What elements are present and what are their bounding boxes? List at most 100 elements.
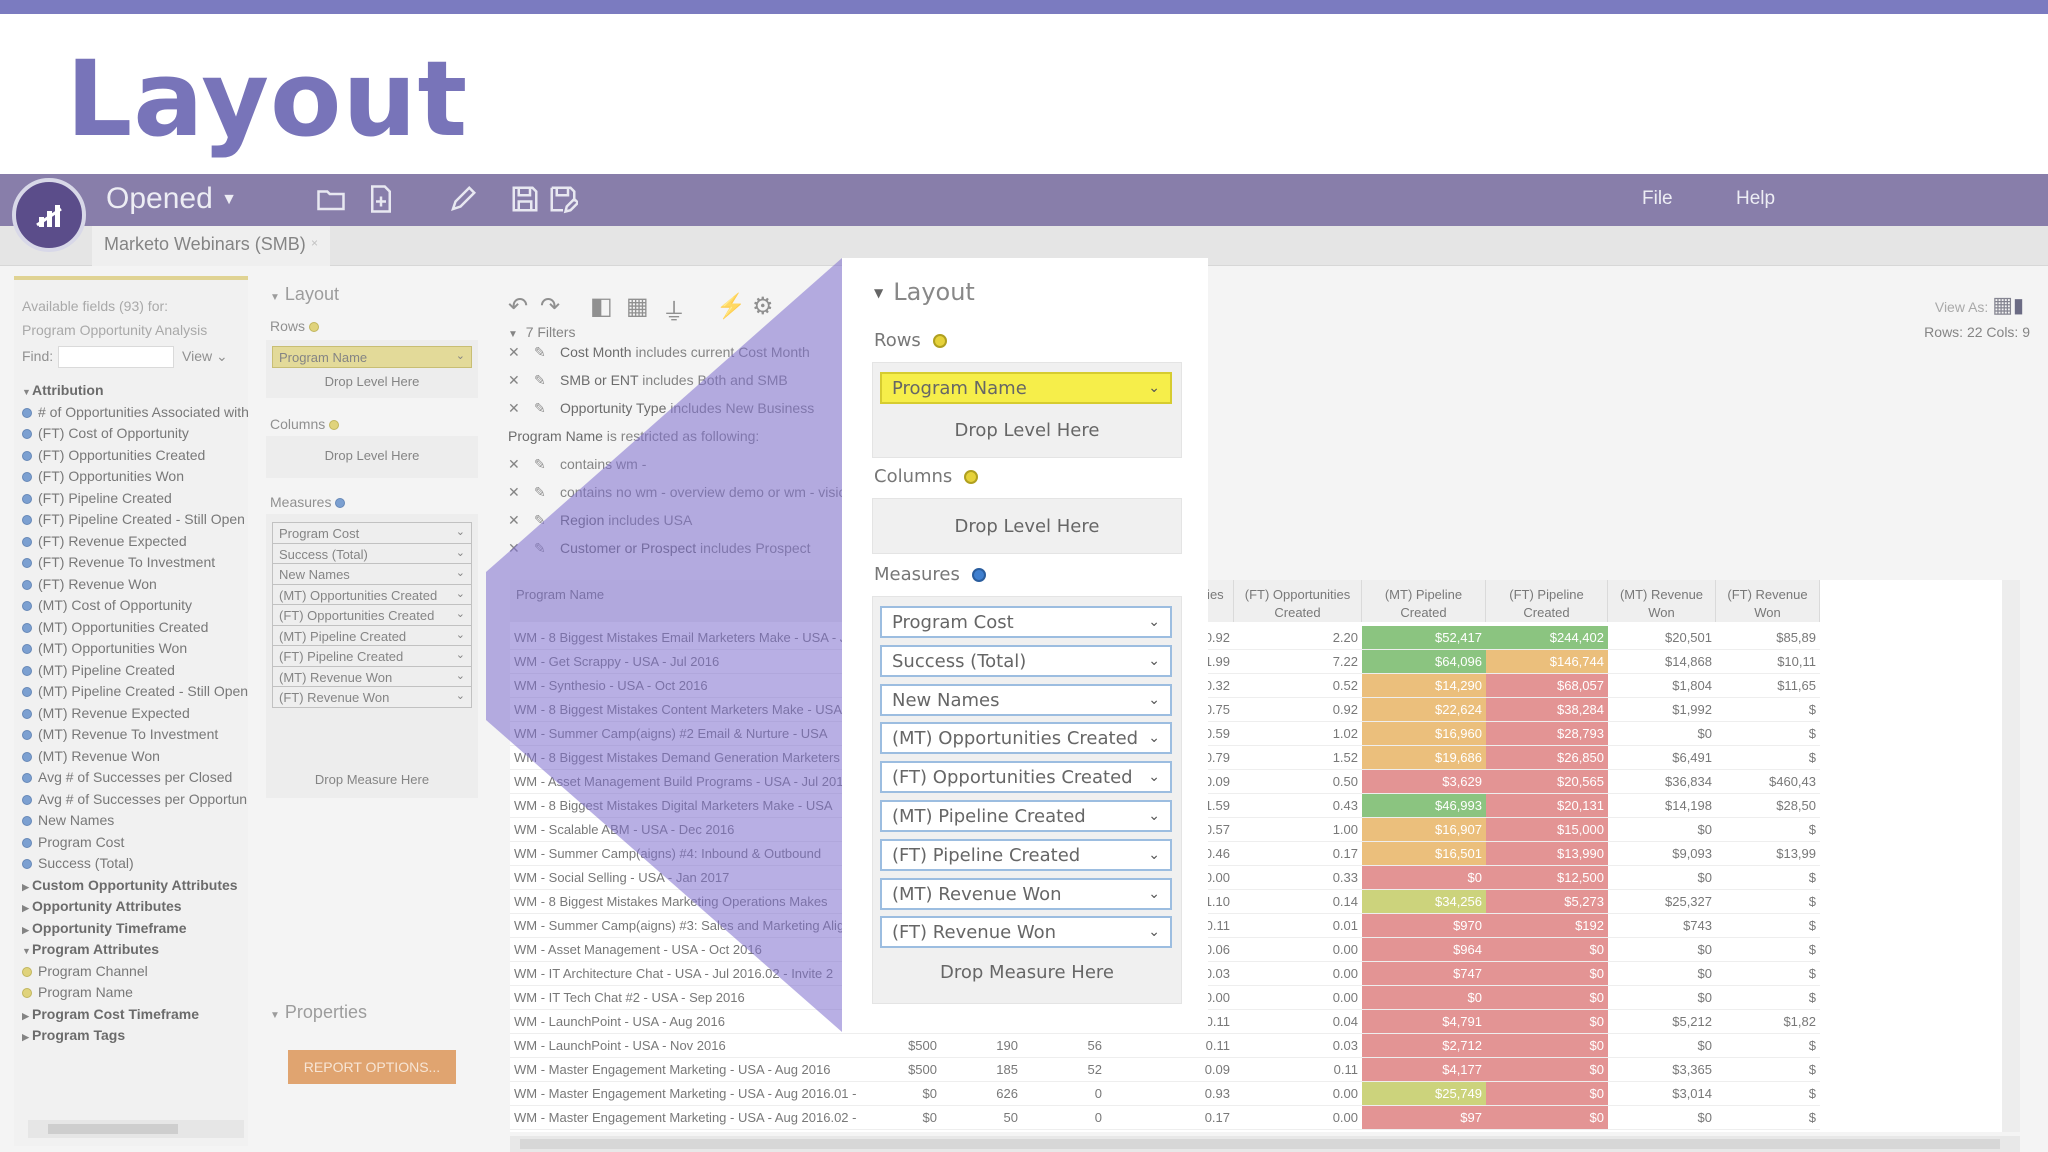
save-as-icon[interactable] xyxy=(546,184,580,218)
filter-row[interactable]: ✕ ✎ Cost Month includes current Cost Month xyxy=(508,344,810,361)
tree-item[interactable]: (FT) Revenue Won xyxy=(22,574,248,596)
undo-icon[interactable]: ↶ xyxy=(508,292,528,321)
redo-icon[interactable]: ↷ xyxy=(540,292,560,321)
tree-item[interactable]: New Names xyxy=(22,810,248,832)
table-cell[interactable]: WM - 8 Biggest Mistakes Content Marketer… xyxy=(510,698,856,722)
edit-filter-icon[interactable]: ✎ xyxy=(534,512,560,529)
measure-pill[interactable]: (FT) Pipeline Created ⌄ xyxy=(272,645,472,667)
tree-item[interactable]: # of Opportunities Associated with Progr… xyxy=(22,402,248,424)
table-cell[interactable]: WM - Summer Camp(aigns) #3: Sales and Ma… xyxy=(510,914,856,938)
gear-icon[interactable]: ⚙ xyxy=(752,292,774,321)
tree-item[interactable]: Program Channel xyxy=(22,961,248,983)
panel-toggle-icon[interactable]: ◧ xyxy=(590,292,613,321)
remove-filter-icon[interactable]: ✕ xyxy=(508,512,534,529)
filter-row[interactable]: ✕ ✎ SMB or ENT includes Both and SMB xyxy=(508,372,788,389)
tree-item[interactable]: (FT) Opportunities Created xyxy=(22,445,248,467)
callout-measure-pill[interactable]: (FT) Revenue Won ⌄ xyxy=(880,916,1172,949)
table-cell[interactable]: WM - Master Engagement Marketing - USA -… xyxy=(510,1082,856,1106)
tree-item[interactable]: (MT) Pipeline Created - Still Open xyxy=(22,681,248,703)
measure-pill[interactable]: (MT) Pipeline Created ⌄ xyxy=(272,624,472,647)
chevron-down-icon[interactable]: ⌄ xyxy=(1148,921,1160,943)
tree-item[interactable]: (MT) Cost of Opportunity xyxy=(22,595,248,617)
callout-layout-heading[interactable]: ▼ Layout xyxy=(874,278,975,306)
chevron-down-icon[interactable]: ⌄ xyxy=(1148,727,1160,749)
edit-filter-icon[interactable]: ✎ xyxy=(534,484,560,501)
table-cell[interactable]: WM - Master Engagement Marketing - USA -… xyxy=(510,1058,856,1082)
fields-scroll-thumb[interactable] xyxy=(48,1124,178,1134)
filter-row[interactable]: ✕ ✎ Customer or Prospect includes Prospect xyxy=(508,540,811,557)
chevron-down-icon[interactable]: ⌄ xyxy=(1148,650,1160,672)
opened-menu[interactable]: Opened ▼ xyxy=(106,182,237,216)
column-header[interactable]: (FT) Pipeline Created xyxy=(1486,580,1608,622)
table-cell[interactable]: WM - Summer Camp(aigns) #4: Inbound & Ou… xyxy=(510,842,856,866)
tree-item[interactable]: ▼Attribution xyxy=(22,380,248,402)
callout-measure-pill[interactable]: Program Cost ⌄ xyxy=(880,606,1172,638)
edit-filter-icon[interactable]: ✎ xyxy=(534,344,560,361)
remove-filter-icon[interactable]: ✕ xyxy=(508,372,534,389)
column-header[interactable]: Program Name xyxy=(510,580,856,622)
tree-item[interactable]: (MT) Opportunities Won xyxy=(22,638,248,660)
table-cell[interactable]: WM - 8 Biggest Mistakes Email Marketers … xyxy=(510,626,856,650)
tree-item[interactable]: ▶ Program Cost Timeframe xyxy=(22,1004,248,1026)
tree-item[interactable]: (MT) Revenue To Investment xyxy=(22,724,248,746)
tree-item[interactable]: Avg # of Successes per Opportunity xyxy=(22,789,248,811)
edit-filter-icon[interactable]: ✎ xyxy=(534,540,560,557)
callout-rows-pill-program-name[interactable]: Program Name ⌄ xyxy=(880,372,1172,404)
caret-right-icon[interactable]: ▶ xyxy=(22,920,32,940)
tree-item[interactable]: (FT) Opportunities Won xyxy=(22,466,248,488)
chevron-down-icon[interactable]: ⌄ xyxy=(456,566,465,579)
edit-filter-icon[interactable]: ✎ xyxy=(534,372,560,389)
column-header[interactable]: (MT) Pipeline Created xyxy=(1362,580,1486,622)
close-tab-icon[interactable]: × xyxy=(311,236,318,250)
column-header[interactable]: (MT) Revenue Won xyxy=(1608,580,1716,622)
report-options-button[interactable]: REPORT OPTIONS... xyxy=(288,1050,456,1084)
open-folder-icon[interactable] xyxy=(314,184,348,218)
table-cell[interactable]: WM - Social Selling - USA - Jan 2017 xyxy=(510,866,856,890)
remove-filter-icon[interactable]: ✕ xyxy=(508,456,534,473)
chevron-down-icon[interactable]: ⌄ xyxy=(456,607,465,620)
tree-item[interactable]: Program Name xyxy=(22,982,248,1004)
view-as-control[interactable]: View As: ▦▮ xyxy=(1935,292,2024,318)
table-cell[interactable]: WM - 8 Biggest Mistakes Marketing Operat… xyxy=(510,890,856,914)
tree-item[interactable]: ▶ Opportunity Timeframe xyxy=(22,918,248,940)
grid-horizontal-scrollbar[interactable] xyxy=(510,1136,2020,1152)
properties-heading[interactable]: ▼ Properties xyxy=(270,1002,367,1023)
tree-item[interactable]: Program Cost xyxy=(22,832,248,854)
remove-filter-icon[interactable]: ✕ xyxy=(508,540,534,557)
chevron-down-icon[interactable]: ⌄ xyxy=(1148,766,1160,788)
remove-filter-icon[interactable]: ✕ xyxy=(508,484,534,501)
callout-rows-drop-target[interactable]: Drop Level Here xyxy=(872,420,1182,441)
chevron-down-icon[interactable]: ⌄ xyxy=(456,669,465,682)
callout-columns-drop-target[interactable]: Drop Level Here xyxy=(872,516,1182,537)
filters-header[interactable]: ▼ 7 Filters xyxy=(508,324,575,340)
table-cell[interactable]: WM - LaunchPoint - USA - Nov 2016 xyxy=(510,1034,856,1058)
new-report-icon[interactable] xyxy=(364,184,398,218)
measure-pill[interactable]: Program Cost ⌄ xyxy=(272,522,472,544)
chevron-down-icon[interactable]: ⌄ xyxy=(1148,611,1160,633)
measure-pill[interactable]: (MT) Revenue Won ⌄ xyxy=(272,665,472,688)
table-cell[interactable]: WM - 8 Biggest Mistakes Digital Marketer… xyxy=(510,794,856,818)
callout-measure-pill[interactable]: New Names ⌄ xyxy=(880,683,1172,716)
tree-item[interactable]: Avg # of Successes per Closed xyxy=(22,767,248,789)
callout-measures-drop-target[interactable]: Drop Measure Here xyxy=(872,962,1182,983)
chevron-down-icon[interactable]: ⌄ xyxy=(1148,805,1160,827)
tree-item[interactable]: ▶ Custom Opportunity Attributes xyxy=(22,875,248,897)
chevron-down-icon[interactable]: ⌄ xyxy=(456,628,465,641)
chevron-down-icon[interactable]: ⌄ xyxy=(456,546,465,559)
report-tab[interactable]: Marketo Webinars (SMB) × xyxy=(92,226,330,266)
filter-row[interactable]: ✕ ✎ Opportunity Type includes New Business xyxy=(508,400,814,417)
table-cell[interactable]: WM - 8 Biggest Mistakes Demand Generatio… xyxy=(510,746,856,770)
table-cell[interactable]: WM - IT Architecture Chat - USA - Jul 20… xyxy=(510,962,856,986)
tree-item[interactable]: ▼Program Attributes xyxy=(22,939,248,961)
chevron-down-icon[interactable]: ⌄ xyxy=(1148,883,1160,905)
callout-measure-pill[interactable]: (FT) Pipeline Created ⌄ xyxy=(880,838,1172,871)
tree-item[interactable]: (MT) Pipeline Created xyxy=(22,660,248,682)
remove-filter-icon[interactable]: ✕ xyxy=(508,344,534,361)
tree-item[interactable]: (FT) Revenue To Investment xyxy=(22,552,248,574)
chevron-down-icon[interactable]: ⌄ xyxy=(456,587,465,600)
chevron-down-icon[interactable]: ⌄ xyxy=(1148,377,1160,399)
caret-right-icon[interactable]: ▶ xyxy=(22,1027,32,1047)
caret-down-icon[interactable]: ▼ xyxy=(22,382,32,402)
tree-item[interactable]: Success (Total) xyxy=(22,853,248,875)
grid-vertical-scrollbar[interactable] xyxy=(2002,580,2020,1132)
